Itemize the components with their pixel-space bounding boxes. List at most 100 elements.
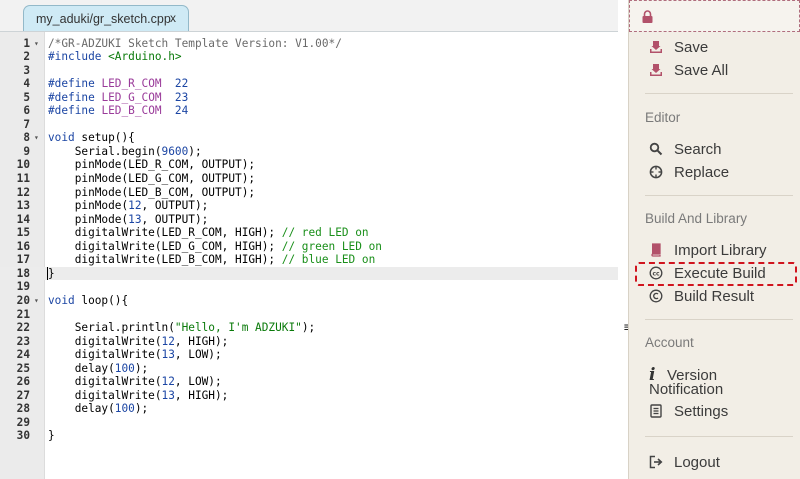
line-number: 6 [23, 104, 30, 118]
tray-download-icon [650, 41, 662, 53]
line-number: 22 [16, 321, 30, 335]
code-token: void [48, 293, 75, 307]
divider [645, 436, 793, 437]
code-token: 100 [114, 361, 135, 375]
fold-arrow-icon[interactable]: ▾ [34, 294, 39, 308]
line-number: 14 [16, 212, 30, 226]
section-heading-editor: Editor [645, 110, 681, 125]
code-text: digitalWrite(12, HIGH); [48, 334, 229, 349]
code-token: 23 [174, 90, 189, 104]
code-text: pinMode(13, OUTPUT); [48, 212, 209, 227]
line-number: 20 [16, 293, 30, 307]
line-number: 9 [23, 144, 30, 158]
save-all-label: Save All [674, 62, 729, 79]
code-text: #include <Arduino.h> [48, 50, 182, 64]
code-text: digitalWrite(12, LOW); [48, 375, 222, 389]
code-line[interactable]: 10 pinMode(LED_R_COM, OUTPUT); [0, 158, 618, 172]
code-token: loop(){ [74, 293, 129, 307]
line-number: 18 [16, 266, 30, 280]
code-text: /*GR-ADZUKI Sketch Template Version: V1.… [48, 37, 342, 51]
code-text: void setup(){ [48, 131, 135, 145]
settings-label: Settings [674, 403, 729, 420]
tab-bar: my_aduki/gr_sketch.cpp x [0, 0, 624, 32]
divider [645, 195, 793, 196]
code-line[interactable]: 21 [0, 308, 618, 322]
code-line[interactable]: 14 pinMode(13, OUTPUT); [0, 213, 618, 227]
section-heading-account: Account [645, 335, 694, 350]
crosshair-icon [649, 165, 663, 179]
line-number: 29 [16, 415, 30, 429]
code-token: ); [188, 144, 202, 158]
logout-label: Logout [674, 454, 720, 471]
code-token: #include [48, 50, 109, 64]
code-token: delay( [48, 361, 115, 375]
code-text: #define LED_B_COM 24 [48, 104, 188, 118]
code-token: digitalWrite( [48, 334, 162, 348]
code-line[interactable]: 11 pinMode(LED_G_COM, OUTPUT); [0, 172, 618, 186]
fold-arrow-icon[interactable]: ▾ [34, 37, 39, 51]
sign-out-icon [649, 455, 663, 469]
code-line[interactable]: 15 digitalWrite(LED_R_COM, HIGH); // red… [0, 226, 618, 240]
code-text: delay(100); [48, 402, 149, 416]
close-icon[interactable]: x [170, 11, 176, 25]
code-token: digitalWrite( [48, 348, 162, 362]
code-line[interactable]: 30} [0, 429, 618, 443]
code-token: 13 [128, 212, 142, 226]
code-token: 12 [128, 199, 142, 213]
code-token: // red LED on [281, 226, 369, 240]
code-line[interactable]: 26 digitalWrite(12, LOW); [0, 375, 618, 389]
code-line[interactable]: 22 Serial.println("Hello, I'm ADZUKI"); [0, 321, 618, 335]
line-number: 3 [23, 63, 30, 77]
code-token: Serial.begin( [48, 144, 162, 158]
copyright-icon [649, 289, 663, 303]
divider [645, 319, 793, 320]
panel-splitter[interactable] [618, 0, 628, 479]
code-line[interactable]: 4 #define LED_R_COM 22 [0, 77, 618, 91]
code-token: 12 [161, 334, 175, 348]
code-line[interactable]: 28 delay(100); [0, 402, 618, 416]
code-line[interactable]: 9 Serial.begin(9600); [0, 145, 618, 159]
code-line[interactable]: 7 [0, 118, 618, 132]
line-number: 24 [16, 348, 30, 362]
code-line[interactable]: 5 #define LED_G_COM 23 [0, 91, 618, 105]
code-line[interactable]: 8 ▾ void setup(){ [0, 131, 618, 145]
line-number: 30 [16, 429, 30, 443]
code-line[interactable]: 6 #define LED_B_COM 24 [0, 104, 618, 118]
line-number: 16 [16, 239, 30, 253]
code-line[interactable]: 12 pinMode(LED_B_COM, OUTPUT); [0, 186, 618, 200]
code-line[interactable]: 29 [0, 416, 618, 430]
code-line[interactable]: 18} [0, 266, 618, 281]
code-text: pinMode(LED_B_COM, OUTPUT); [48, 186, 255, 200]
code-line[interactable]: 1 ▾ /*GR-ADZUKI Sketch Template Version: V… [0, 37, 618, 51]
magnifier-icon [649, 142, 663, 156]
code-token: digitalWrite(LED_R_COM, HIGH); [48, 226, 282, 240]
code-line[interactable]: 2 #include <Arduino.h> [0, 50, 618, 64]
code-line[interactable]: 3 [0, 64, 618, 78]
code-token: digitalWrite( [48, 375, 162, 389]
code-line[interactable]: 19 [0, 280, 618, 294]
code-line[interactable]: 20 ▾ void loop(){ [0, 294, 618, 308]
code-text: } [48, 429, 55, 443]
code-line[interactable]: 13 pinMode(12, OUTPUT); [0, 199, 618, 213]
code-line[interactable]: 24 digitalWrite(13, LOW); [0, 348, 618, 362]
code-line[interactable]: 25 delay(100); [0, 362, 618, 376]
code-line[interactable]: 17 digitalWrite(LED_B_COM, HIGH); // blu… [0, 253, 618, 267]
code-line[interactable]: 23 digitalWrite(12, HIGH); [0, 335, 618, 349]
code-token: pinMode(LED_G_COM, OUTPUT); [48, 172, 256, 185]
code-text: Serial.println("Hello, I'm ADZUKI"); [48, 321, 315, 335]
code-token: 24 [174, 104, 189, 118]
highlight-box [635, 262, 797, 286]
code-token: // green LED on [281, 239, 382, 253]
code-token: Serial.println( [48, 321, 175, 335]
code-editor[interactable]: 1 ▾ /*GR-ADZUKI Sketch Template Version: V… [0, 32, 618, 479]
code-token: digitalWrite(LED_B_COM, HIGH); [48, 253, 282, 267]
code-text: delay(100); [48, 361, 149, 376]
fold-arrow-icon[interactable]: ▾ [34, 131, 39, 145]
tab-file[interactable]: my_aduki/gr_sketch.cpp x [23, 5, 189, 31]
divider [645, 93, 793, 94]
code-line[interactable]: 27 digitalWrite(13, HIGH); [0, 389, 618, 403]
line-number: 12 [16, 185, 30, 199]
code-token: , HIGH); [174, 334, 229, 348]
code-line[interactable]: 16 digitalWrite(LED_G_COM, HIGH); // gre… [0, 240, 618, 254]
